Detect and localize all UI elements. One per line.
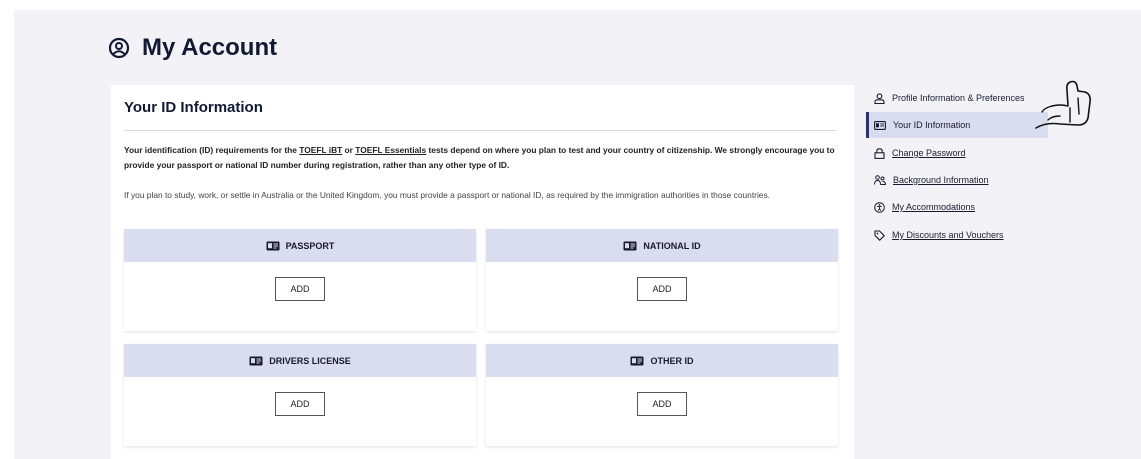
- sidebar-item-background[interactable]: Background Information: [866, 167, 1048, 193]
- para1-mid: or: [342, 145, 356, 155]
- para1-before: Your identification (ID) requirements fo…: [124, 145, 300, 155]
- page-title-text: My Account: [142, 34, 278, 61]
- other-id-box: OTHER ID ADD: [486, 344, 838, 446]
- card-heading: Your ID Information: [124, 99, 263, 116]
- drivers-license-label: DRIVERS LICENSE: [269, 355, 351, 366]
- tag-icon: [874, 229, 885, 241]
- other-id-label: OTHER ID: [650, 355, 694, 366]
- add-other-id-button[interactable]: ADD: [637, 392, 687, 416]
- sidebar-item-your-id[interactable]: Your ID Information: [866, 112, 1048, 138]
- toefl-ibt-link[interactable]: TOEFL iBT: [299, 145, 342, 155]
- other-id-header: OTHER ID: [486, 344, 838, 377]
- toefl-essentials-link[interactable]: TOEFL Essentials: [355, 145, 426, 155]
- user-circle-icon: [108, 37, 130, 59]
- drivers-license-box: DRIVERS LICENSE ADD: [124, 344, 476, 446]
- national-id-header: NATIONAL ID: [486, 229, 838, 262]
- drivers-license-header: DRIVERS LICENSE: [124, 344, 476, 377]
- id-card-icon: [249, 356, 263, 365]
- id-card-icon: [874, 120, 886, 130]
- passport-header: PASSPORT: [124, 229, 476, 262]
- id-card-icon: [623, 241, 637, 250]
- sidebar-item-label: Background Information: [893, 175, 989, 185]
- id-requirements-text: Your identification (ID) requirements fo…: [124, 143, 839, 173]
- id-card-icon: [630, 356, 644, 365]
- pointing-hand-icon: [1035, 80, 1091, 129]
- sidebar-item-label: Your ID Information: [893, 120, 971, 130]
- sidebar-item-label: My Accommodations: [892, 202, 976, 212]
- sidebar-item-label: Profile Information & Preferences: [892, 93, 1025, 103]
- people-icon: [874, 175, 886, 185]
- sidebar-item-profile[interactable]: Profile Information & Preferences: [866, 85, 1048, 111]
- passport-label: PASSPORT: [285, 240, 335, 251]
- passport-box: PASSPORT ADD: [124, 229, 476, 331]
- sidebar-item-label: My Discounts and Vouchers: [892, 230, 1004, 240]
- lock-icon: [874, 147, 885, 159]
- immigration-notice-text: If you plan to study, work, or settle in…: [124, 190, 770, 200]
- national-id-label: NATIONAL ID: [643, 240, 701, 251]
- sidebar-item-change-password[interactable]: Change Password: [866, 140, 1048, 166]
- divider: [124, 130, 837, 131]
- accessibility-icon: [874, 201, 885, 213]
- add-national-id-button[interactable]: ADD: [637, 277, 687, 301]
- sidebar-item-discounts[interactable]: My Discounts and Vouchers: [866, 222, 1048, 248]
- sidebar-item-accommodations[interactable]: My Accommodations: [866, 194, 1048, 220]
- add-drivers-license-button[interactable]: ADD: [275, 392, 325, 416]
- national-id-box: NATIONAL ID ADD: [486, 229, 838, 331]
- person-icon: [874, 92, 885, 104]
- add-passport-button[interactable]: ADD: [275, 277, 325, 301]
- sidebar-item-label: Change Password: [892, 148, 966, 158]
- page-title: My Account: [108, 34, 277, 62]
- id-card-icon: [266, 241, 280, 250]
